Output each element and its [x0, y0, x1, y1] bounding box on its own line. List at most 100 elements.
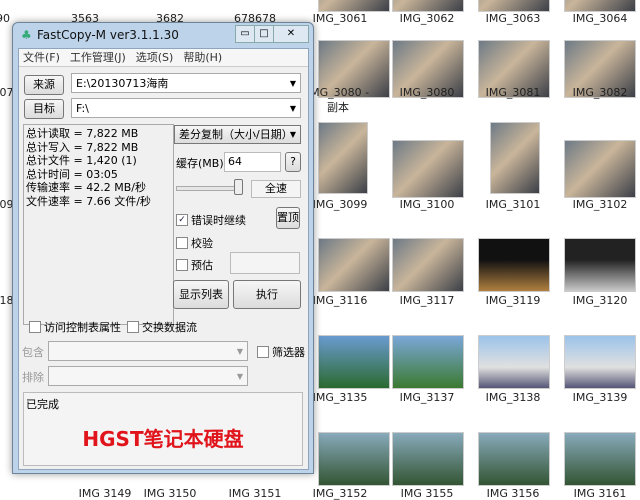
dropdown-arrow-icon[interactable]: ▼ — [237, 342, 243, 362]
file-label[interactable]: IMG_3120 — [557, 294, 640, 307]
execute-button[interactable]: 执行 — [233, 280, 301, 309]
thumbnail[interactable] — [564, 140, 636, 198]
thumbnail[interactable] — [564, 238, 636, 292]
acl-label: 访问控制表属性 — [44, 321, 121, 334]
thumbnail[interactable] — [478, 0, 550, 12]
streams-label: 交换数据流 — [142, 321, 197, 334]
include-combo[interactable]: ▼ — [48, 341, 248, 361]
dest-button[interactable]: 目标 — [24, 99, 64, 119]
file-label[interactable]: IMG_3102 — [557, 198, 640, 211]
thumbnail[interactable] — [564, 335, 636, 389]
menu-job[interactable]: 工作管理(J) — [70, 49, 126, 66]
file-label[interactable]: IMG_3119 — [470, 294, 556, 307]
exclude-label: 排除 — [22, 371, 44, 384]
thumbnail[interactable] — [318, 432, 390, 486]
thumbnail[interactable] — [318, 0, 390, 12]
thumbnail[interactable] — [392, 432, 464, 486]
thumbnail[interactable] — [478, 335, 550, 389]
source-button[interactable]: 来源 — [24, 75, 64, 95]
thumbnail[interactable] — [318, 238, 390, 292]
source-path: E:\20130713海南 — [76, 77, 169, 90]
verify-checkbox[interactable]: 校验 — [176, 235, 213, 251]
close-button[interactable]: ✕ — [273, 25, 309, 43]
file-label[interactable]: IMG_3082 — [557, 86, 640, 99]
menu-bar: 文件(F) 工作管理(J) 选项(S) 帮助(H) — [19, 49, 308, 67]
filter-checkbox[interactable]: 筛选器 — [257, 344, 305, 360]
file-label[interactable]: IMG 3151 — [212, 487, 298, 500]
topmost-button[interactable]: 置顶 — [276, 207, 300, 229]
file-label[interactable]: IMG 3156 — [470, 487, 556, 500]
dest-path: F:\ — [76, 102, 89, 115]
filter-label: 筛选器 — [272, 346, 305, 359]
file-label[interactable]: IMG_3081 — [470, 86, 556, 99]
file-label[interactable]: IMG_3062 — [384, 12, 470, 25]
file-label[interactable]: IMG_3101 — [470, 198, 556, 211]
thumbnail[interactable] — [392, 0, 464, 12]
estimate-field — [230, 252, 300, 274]
speed-slider[interactable] — [176, 186, 243, 191]
file-label[interactable]: IMG_3064 — [557, 12, 640, 25]
file-label[interactable]: IMG_3139 — [557, 391, 640, 404]
speed-label: 全速 — [251, 180, 301, 198]
window-client: 文件(F) 工作管理(J) 选项(S) 帮助(H) 来源 E:\20130713… — [18, 48, 309, 470]
file-label[interactable]: IMG_3152 — [297, 487, 383, 500]
buffer-input[interactable]: 64 — [224, 152, 281, 172]
help-button[interactable]: ? — [285, 152, 301, 172]
fastcopy-window: ♣ FastCopy-M ver3.1.1.30 ▭ □ ✕ 文件(F) 工作管… — [12, 22, 314, 474]
thumbnail[interactable] — [318, 122, 368, 194]
stat-file-rate: 文件速率 = 7.66 文件/秒 — [26, 194, 151, 208]
stat-total-time: 总计时间 = 03:05 — [26, 167, 118, 181]
stat-total-write: 总计写入 = 7,822 MB — [26, 140, 139, 154]
file-label[interactable]: IMG_3137 — [384, 391, 470, 404]
thumbnail[interactable] — [318, 335, 390, 389]
acl-checkbox[interactable]: 访问控制表属性 — [29, 319, 121, 335]
window-title: FastCopy-M ver3.1.1.30 — [37, 28, 179, 42]
dropdown-arrow-icon[interactable]: ▼ — [237, 367, 243, 387]
estimate-checkbox[interactable]: 预估 — [176, 257, 213, 273]
dropdown-arrow-icon[interactable]: ▼ — [290, 99, 296, 119]
buffer-label: 缓存(MB) — [176, 157, 224, 170]
file-label[interactable]: IMG_3117 — [384, 294, 470, 307]
thumbnail[interactable] — [392, 238, 464, 292]
status-log: 已完成 HGST笔记本硬盘 — [23, 392, 303, 466]
menu-options[interactable]: 选项(S) — [136, 49, 174, 66]
file-label[interactable]: IMG_3100 — [384, 198, 470, 211]
thumbnail[interactable] — [478, 432, 550, 486]
thumbnail[interactable] — [564, 0, 636, 12]
speed-slider-handle[interactable] — [234, 179, 243, 195]
file-label[interactable]: IMG 3150 — [127, 487, 213, 500]
dropdown-arrow-icon[interactable]: ▼ — [290, 126, 296, 144]
thumbnail[interactable] — [564, 432, 636, 486]
show-list-button[interactable]: 显示列表 — [173, 280, 229, 309]
file-label[interactable]: IMG_3080 — [384, 86, 470, 99]
maximize-button[interactable]: □ — [254, 25, 274, 43]
copy-mode-value: 差分复制（大小/日期） — [179, 128, 293, 141]
file-label[interactable]: IMG 3161 — [557, 487, 640, 500]
streams-checkbox[interactable]: 交换数据流 — [127, 319, 197, 335]
app-icon: ♣ — [21, 28, 32, 42]
menu-help[interactable]: 帮助(H) — [183, 49, 222, 66]
status-text: 已完成 — [26, 398, 59, 411]
estimate-label: 预估 — [191, 259, 213, 272]
checkmark-icon: ✓ — [176, 214, 188, 226]
stat-total-files: 总计文件 = 1,420 (1) — [26, 154, 137, 167]
thumbnail[interactable] — [392, 140, 464, 198]
thumbnail[interactable] — [490, 122, 540, 194]
continue-on-error-label: 错误时继续 — [191, 214, 246, 227]
file-label[interactable]: IMG 3155 — [384, 487, 470, 500]
file-label[interactable]: IMG_3063 — [470, 12, 556, 25]
dropdown-arrow-icon[interactable]: ▼ — [290, 74, 296, 94]
copy-mode-select[interactable]: 差分复制（大小/日期） ▼ — [174, 125, 301, 144]
stat-total-read: 总计读取 = 7,822 MB — [26, 127, 139, 140]
file-label[interactable]: IMG_3138 — [470, 391, 556, 404]
thumbnail[interactable] — [392, 335, 464, 389]
dest-path-combo[interactable]: F:\ ▼ — [71, 98, 301, 118]
thumbnail[interactable] — [478, 238, 550, 292]
minimize-button[interactable]: ▭ — [235, 25, 255, 43]
include-label: 包含 — [22, 346, 44, 359]
menu-file[interactable]: 文件(F) — [23, 49, 60, 66]
continue-on-error-checkbox[interactable]: ✓ 错误时继续 — [176, 212, 246, 228]
source-path-combo[interactable]: E:\20130713海南 ▼ — [71, 73, 301, 93]
stat-transfer-rate: 传输速率 = 42.2 MB/秒 — [26, 181, 146, 194]
exclude-combo[interactable]: ▼ — [48, 366, 248, 386]
